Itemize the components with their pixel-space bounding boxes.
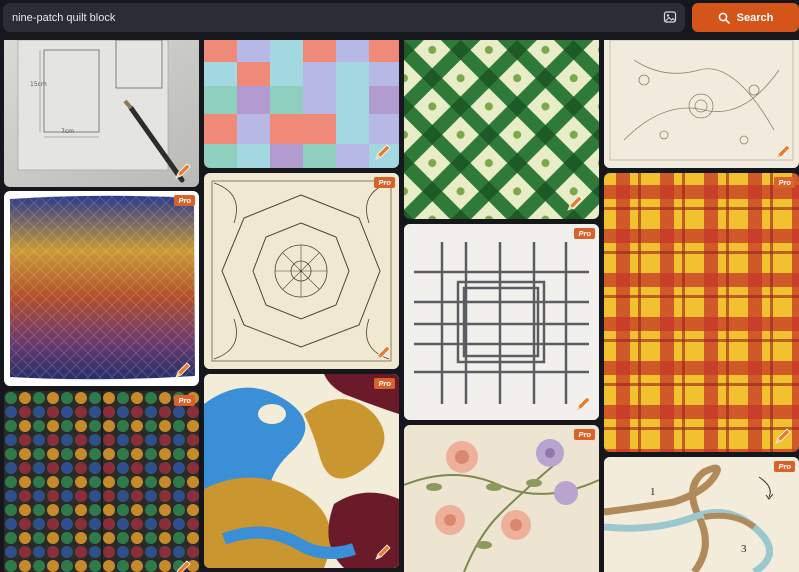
rope-knots-artwork	[604, 457, 799, 572]
pro-badge: Pro	[774, 461, 795, 472]
pencil-edit-icon[interactable]	[373, 343, 393, 363]
rope-step-3-label: 3	[741, 543, 747, 555]
pro-badge: Pro	[174, 195, 195, 206]
search-input[interactable]	[12, 3, 652, 32]
pencil-edit-icon[interactable]	[773, 142, 793, 162]
yellow-plaid-artwork	[604, 173, 799, 452]
search-button[interactable]: Search	[692, 3, 799, 32]
grid-lines-artwork	[404, 224, 599, 420]
image-search-icon[interactable]	[663, 10, 677, 24]
pro-badge: Pro	[374, 177, 395, 188]
search-button-label: Search	[736, 11, 774, 24]
pencil-edit-icon[interactable]	[173, 360, 193, 380]
result-tile-sketch[interactable]: 15cm 7cm	[4, 40, 199, 187]
result-tile-floral-lineart[interactable]	[604, 40, 799, 168]
top-bar: Search	[0, 0, 799, 38]
pastel-checker-artwork	[204, 40, 399, 168]
mandala-artwork	[204, 173, 399, 369]
pencil-edit-icon[interactable]	[173, 161, 193, 181]
search-box[interactable]	[3, 3, 685, 32]
result-tile-pastel-checker[interactable]	[204, 40, 399, 168]
floral-lineart-artwork	[604, 40, 799, 168]
rope-step-1-label: 1	[650, 486, 656, 498]
sketch-height-label: 15cm	[30, 81, 47, 88]
result-tile-yellow-plaid[interactable]: Pro	[604, 173, 799, 452]
result-tile-gradient-quilt[interactable]: Pro	[4, 191, 199, 386]
sketch-width-label: 7cm	[61, 128, 74, 135]
pencil-edit-icon[interactable]	[373, 142, 393, 162]
result-tile-circle-mosaic[interactable]: Pro	[4, 391, 199, 572]
magnifier-icon	[718, 12, 730, 24]
pencil-edit-icon[interactable]	[373, 542, 393, 562]
pencil-edit-icon[interactable]	[573, 394, 593, 414]
result-tile-abstract-waves[interactable]: Pro	[204, 374, 399, 568]
result-tile-green-plaid[interactable]	[404, 40, 599, 219]
circle-mosaic-artwork	[4, 391, 199, 572]
pencil-edit-icon[interactable]	[773, 426, 793, 446]
pencil-edit-icon[interactable]	[565, 193, 585, 213]
result-tile-grid-lines[interactable]: Pro	[404, 224, 599, 420]
result-tile-rope-knots[interactable]: 1 3 Pro	[604, 457, 799, 572]
floral-artwork	[404, 425, 599, 572]
pro-badge: Pro	[574, 429, 595, 440]
pro-badge: Pro	[374, 378, 395, 389]
sketch-artwork	[4, 40, 199, 187]
abstract-waves-artwork	[204, 374, 399, 568]
result-tile-mandala[interactable]: Pro	[204, 173, 399, 369]
result-tile-floral[interactable]: Pro	[404, 425, 599, 572]
pro-badge: Pro	[174, 395, 195, 406]
pencil-edit-icon[interactable]	[173, 558, 193, 572]
gradient-quilt-artwork	[10, 195, 195, 380]
pro-badge: Pro	[774, 177, 795, 188]
pro-badge: Pro	[574, 228, 595, 239]
